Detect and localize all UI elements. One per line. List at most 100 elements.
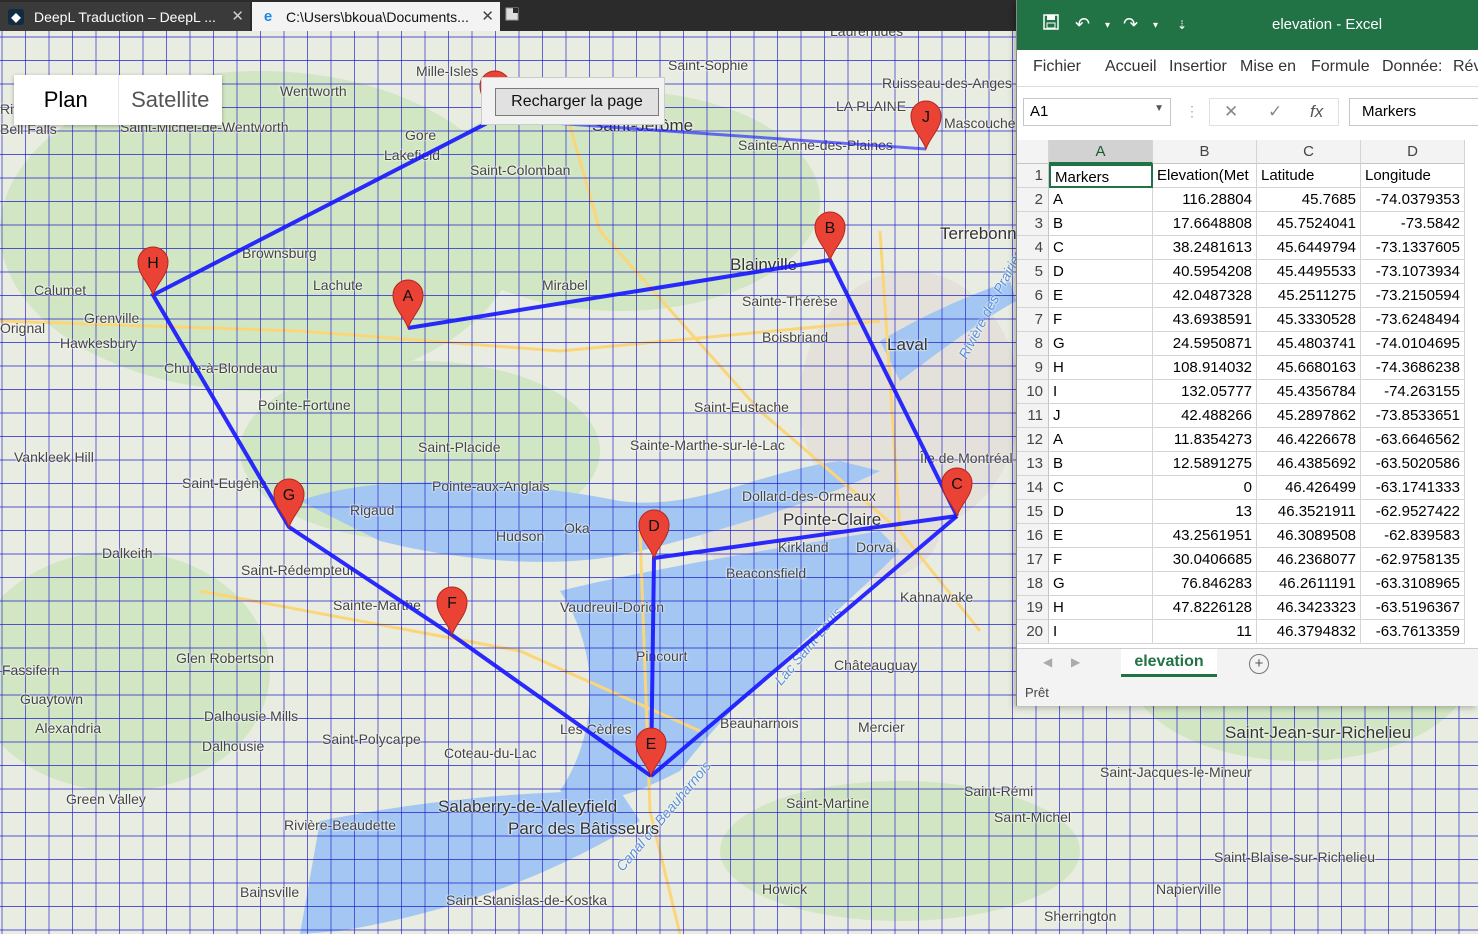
ribbon-tab-donnees[interactable]: Donnée: (1382, 58, 1443, 76)
cell[interactable]: C (1049, 236, 1153, 260)
row-header[interactable]: 6 (1017, 284, 1049, 308)
cell[interactable]: 0 (1153, 476, 1257, 500)
cell[interactable]: 12.5891275 (1153, 452, 1257, 476)
cell[interactable]: -73.2150594 (1361, 284, 1465, 308)
cell[interactable]: -73.1073934 (1361, 260, 1465, 284)
cell[interactable]: 76.846283 (1153, 572, 1257, 596)
row-header[interactable]: 3 (1017, 212, 1049, 236)
cell[interactable]: 45.2897862 (1257, 404, 1361, 428)
cell[interactable]: -63.6646562 (1361, 428, 1465, 452)
map-marker-h[interactable]: H (137, 246, 169, 297)
cell[interactable]: D (1049, 500, 1153, 524)
row-header[interactable]: 10 (1017, 380, 1049, 404)
cell[interactable]: 40.5954208 (1153, 260, 1257, 284)
scroll-left-icon[interactable]: ◀ (1043, 655, 1052, 669)
ribbon-tab-fichier[interactable]: Fichier (1033, 58, 1081, 76)
save-icon[interactable] (1043, 14, 1059, 35)
ribbon-tab-insertion[interactable]: Insertior (1169, 58, 1227, 76)
column-header-c[interactable]: C (1257, 140, 1361, 164)
row-header[interactable]: 12 (1017, 428, 1049, 452)
cell[interactable]: -74.263155 (1361, 380, 1465, 404)
cell[interactable]: Longitude (1361, 164, 1465, 188)
cell[interactable]: 13 (1153, 500, 1257, 524)
enter-icon[interactable]: ✓ (1268, 102, 1282, 122)
map-marker-d[interactable]: D (638, 509, 670, 560)
cell[interactable]: -73.8533651 (1361, 404, 1465, 428)
cell[interactable]: -63.5196367 (1361, 596, 1465, 620)
row-header[interactable]: 2 (1017, 188, 1049, 212)
cell[interactable]: 108.914032 (1153, 356, 1257, 380)
map-marker-a[interactable]: A (392, 279, 424, 330)
cell[interactable]: 116.28804 (1153, 188, 1257, 212)
cell[interactable]: Elevation(Met (1153, 164, 1257, 188)
cell[interactable]: -62.839583 (1361, 524, 1465, 548)
row-header[interactable]: 1 (1017, 164, 1049, 188)
map-marker-c[interactable]: C (941, 467, 973, 518)
map-marker-g[interactable]: G (273, 478, 305, 529)
cell[interactable]: 46.3089508 (1257, 524, 1361, 548)
column-header-b[interactable]: B (1153, 140, 1257, 164)
browser-tab-deepl[interactable]: ◆ DeepL Traduction – DeepL ... ✕ (0, 2, 250, 31)
cell[interactable]: 45.7524041 (1257, 212, 1361, 236)
browser-tab-local-file[interactable]: e C:\Users\bkoua\Documents... ✕ (252, 2, 500, 31)
cell[interactable]: 46.3794832 (1257, 620, 1361, 644)
cell[interactable]: 46.426499 (1257, 476, 1361, 500)
cell[interactable]: I (1049, 380, 1153, 404)
ribbon-tab-mise-en-page[interactable]: Mise en (1240, 58, 1296, 76)
cell[interactable]: 42.0487328 (1153, 284, 1257, 308)
cell[interactable]: I (1049, 620, 1153, 644)
cell[interactable]: F (1049, 548, 1153, 572)
insert-function-icon[interactable]: fx (1310, 102, 1323, 122)
row-header[interactable]: 9 (1017, 356, 1049, 380)
new-tab-icon[interactable] (504, 6, 522, 24)
cell[interactable]: B (1049, 452, 1153, 476)
chevron-down-icon[interactable]: ▼ (1154, 103, 1164, 114)
reload-page-button[interactable]: Recharger la page (495, 88, 659, 116)
cell[interactable]: 47.8226128 (1153, 596, 1257, 620)
cell[interactable]: E (1049, 284, 1153, 308)
sheet-tab-elevation[interactable]: elevation (1121, 649, 1217, 677)
cell[interactable]: 46.4385692 (1257, 452, 1361, 476)
cell[interactable]: Latitude (1257, 164, 1361, 188)
cell[interactable]: H (1049, 596, 1153, 620)
cell[interactable]: 46.2368077 (1257, 548, 1361, 572)
row-header[interactable]: 8 (1017, 332, 1049, 356)
cell[interactable]: -73.1337605 (1361, 236, 1465, 260)
map-marker-f[interactable]: F (436, 586, 468, 637)
add-sheet-icon[interactable]: + (1249, 654, 1269, 674)
row-header[interactable]: 7 (1017, 308, 1049, 332)
cell[interactable]: 11.8354273 (1153, 428, 1257, 452)
map-marker-e[interactable]: E (635, 727, 667, 778)
cell[interactable]: 46.4226678 (1257, 428, 1361, 452)
map-marker-j[interactable]: J (910, 100, 942, 151)
ribbon-tab-accueil[interactable]: Accueil (1105, 58, 1157, 76)
ribbon-tab-formules[interactable]: Formule (1311, 58, 1370, 76)
cancel-icon[interactable]: ✕ (1224, 102, 1238, 122)
cell[interactable]: Markers (1049, 164, 1153, 188)
cell[interactable]: 43.6938591 (1153, 308, 1257, 332)
chevron-down-icon[interactable]: ▾ (1153, 20, 1158, 31)
cell[interactable]: H (1049, 356, 1153, 380)
cell[interactable]: 24.5950871 (1153, 332, 1257, 356)
redo-icon[interactable]: ↷ (1123, 14, 1138, 35)
cell[interactable]: -62.9758135 (1361, 548, 1465, 572)
cell[interactable]: 45.7685 (1257, 188, 1361, 212)
cell[interactable]: -74.0379353 (1361, 188, 1465, 212)
cell[interactable]: -74.3686238 (1361, 356, 1465, 380)
row-header[interactable]: 16 (1017, 524, 1049, 548)
cell[interactable]: J (1049, 404, 1153, 428)
row-header[interactable]: 19 (1017, 596, 1049, 620)
cell[interactable]: 42.488266 (1153, 404, 1257, 428)
cell[interactable]: 45.6680163 (1257, 356, 1361, 380)
more-options-icon[interactable]: ⋮ (1185, 103, 1199, 120)
undo-icon[interactable]: ↶ (1075, 14, 1090, 35)
row-header[interactable]: 14 (1017, 476, 1049, 500)
column-header-a[interactable]: A (1049, 140, 1153, 164)
cell[interactable]: 45.6449794 (1257, 236, 1361, 260)
cell[interactable]: 45.2511275 (1257, 284, 1361, 308)
map-type-satellite-button[interactable]: Satellite (119, 75, 223, 125)
cell[interactable]: 45.4803741 (1257, 332, 1361, 356)
cell[interactable]: 45.4356784 (1257, 380, 1361, 404)
customize-toolbar-icon[interactable]: ⇣ (1177, 18, 1187, 32)
cell[interactable]: 11 (1153, 620, 1257, 644)
